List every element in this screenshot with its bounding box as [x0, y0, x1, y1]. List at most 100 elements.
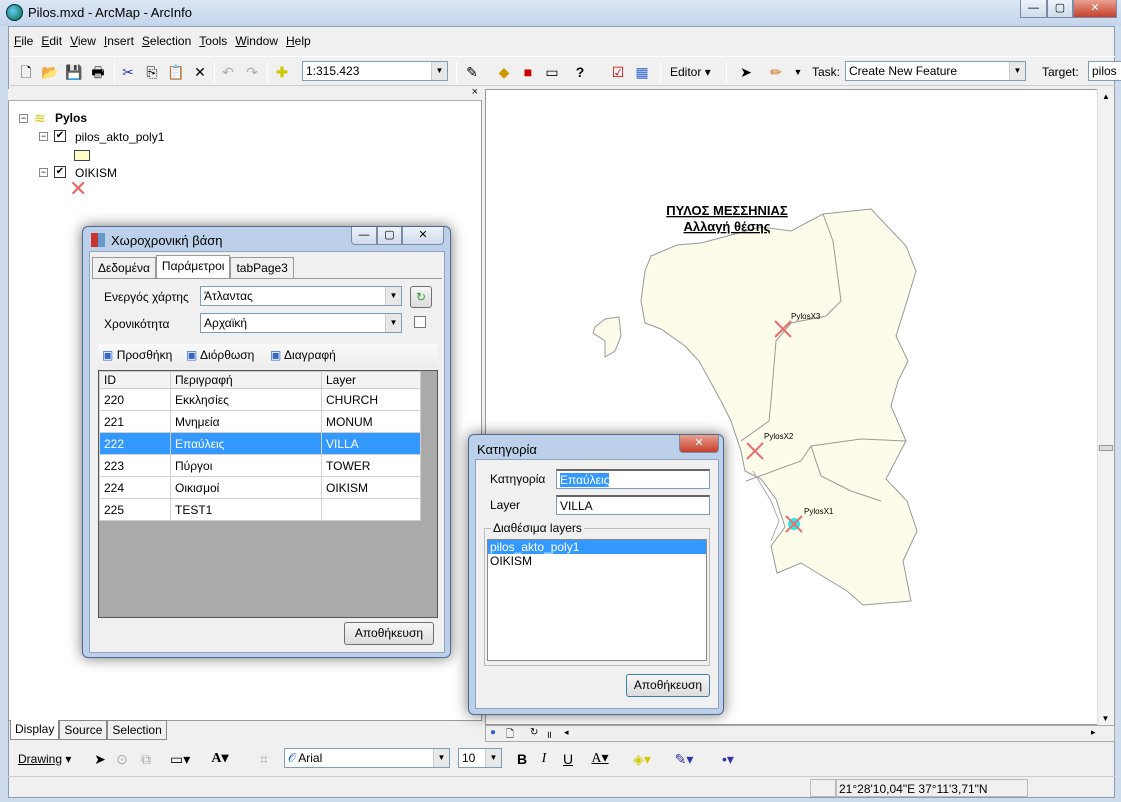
column-header-description[interactable]: Περιγραφή [170, 371, 322, 389]
menu-item[interactable]: File [10, 30, 37, 52]
collapse-icon[interactable]: − [39, 132, 48, 141]
close-button[interactable]: ✕ [1073, 0, 1117, 18]
map-vertical-scrollbar[interactable]: ▲ ▼ [1097, 89, 1114, 725]
font-color-icon[interactable]: A▾ [590, 749, 610, 769]
tab-page3[interactable]: tabPage3 [230, 257, 294, 278]
table-cell[interactable]: MONUM [321, 410, 421, 433]
tab-source[interactable]: Source [59, 720, 108, 740]
scroll-thumb[interactable] [1099, 445, 1113, 451]
column-header-id[interactable]: ID [99, 371, 171, 389]
menu-item[interactable]: Edit [37, 30, 66, 52]
arccatalog-icon[interactable]: ◆ [494, 62, 514, 82]
minimize-button[interactable]: — [1020, 0, 1047, 18]
fill-color-icon[interactable]: ◈▾ [632, 749, 652, 769]
table-row[interactable]: 221 Μνημεία MONUM [99, 410, 421, 433]
rotate-icon[interactable]: ⊙ [112, 749, 132, 769]
table-cell[interactable]: CHURCH [321, 388, 421, 411]
edit-vertices-icon[interactable]: ⌗ [254, 749, 274, 769]
delete-icon[interactable]: ✕ [190, 62, 210, 82]
toolbox-icon[interactable]: ■ [518, 62, 538, 82]
new-text-icon[interactable]: A▾ [210, 749, 230, 769]
font-size-combo[interactable]: 10 ▼ [458, 748, 502, 768]
dataframe-name[interactable]: Pylos [55, 111, 87, 125]
scroll-left-icon[interactable]: ◂ [564, 727, 569, 738]
table-cell[interactable]: VILLA [321, 432, 421, 455]
delete-button[interactable]: ▣ Διαγραφή [270, 348, 336, 362]
marker-color-icon[interactable]: •▾ [718, 749, 738, 769]
whats-this-icon[interactable]: ? [570, 62, 590, 82]
open-folder-icon[interactable]: 📂 [40, 62, 60, 82]
collapse-icon[interactable]: − [39, 168, 48, 177]
task-combo[interactable]: Create New Feature ▼ [845, 61, 1026, 81]
menu-item[interactable]: Insert [100, 30, 138, 52]
close-icon[interactable]: × [472, 86, 478, 98]
rectangle-icon[interactable]: ▭▾ [170, 749, 190, 769]
table-cell[interactable]: 224 [99, 476, 171, 499]
layer-input[interactable]: VILLA [556, 495, 710, 515]
print-icon[interactable]: 🖶 [88, 62, 108, 82]
select-elements-icon[interactable]: ➤ [90, 749, 110, 769]
maximize-button[interactable]: ▢ [377, 227, 402, 245]
drawing-menu[interactable]: Drawing ▾ [18, 752, 71, 766]
edit-tool-arrow-icon[interactable]: ➤ [736, 62, 756, 82]
layout-view-icon[interactable]: 🗋 [506, 727, 514, 744]
active-map-combo[interactable]: Άτλαντας ▼ [200, 286, 402, 306]
table-cell[interactable]: 221 [99, 410, 171, 433]
validate-icon[interactable]: ☑ [608, 62, 628, 82]
table-row[interactable]: 223 Πύργοι TOWER [99, 454, 421, 477]
add-data-icon[interactable]: ✚ [272, 62, 292, 82]
table-cell[interactable]: OIKISM [321, 476, 421, 499]
layer-checkbox[interactable]: ✔ [54, 130, 66, 142]
scale-combo[interactable]: 1:315.423 ▼ [302, 61, 448, 81]
refresh-icon[interactable]: ↻ [530, 727, 538, 738]
collapse-icon[interactable]: − [19, 114, 28, 123]
target-combo[interactable]: pilos [1088, 61, 1121, 81]
save-button[interactable]: Αποθήκευση [626, 674, 710, 697]
table-cell[interactable]: 223 [99, 454, 171, 477]
menu-item[interactable]: Selection [138, 30, 195, 52]
copy-icon[interactable]: ⎘ [142, 62, 162, 82]
add-button[interactable]: ▣ Προσθήκη [102, 348, 172, 362]
layer-name[interactable]: pilos_akto_poly1 [75, 130, 164, 144]
table-cell[interactable]: Επαύλεις [170, 432, 322, 455]
table-cell[interactable]: Οικισμοί [170, 476, 322, 499]
editor-menu[interactable]: Editor ▾ [670, 65, 711, 79]
table-cell[interactable]: 222 [99, 432, 171, 455]
table-cell[interactable] [321, 498, 421, 521]
chevron-down-icon[interactable]: ▼ [788, 62, 808, 82]
table-row[interactable]: 220 Εκκλησίες CHURCH [99, 388, 421, 411]
minimize-button[interactable]: — [351, 227, 377, 245]
font-combo[interactable]: 𝒪 Arial ▼ [284, 748, 450, 768]
italic-button[interactable]: I [534, 749, 554, 769]
layers-listbox[interactable]: pilos_akto_poly1 OIKISM [487, 539, 707, 661]
layer-checkbox[interactable]: ✔ [54, 166, 66, 178]
table-cell[interactable]: Μνημεία [170, 410, 322, 433]
underline-button[interactable]: U [558, 749, 578, 769]
new-document-icon[interactable]: 🗋 [16, 62, 36, 82]
command-line-icon[interactable]: ▭ [542, 62, 562, 82]
column-header-layer[interactable]: Layer [321, 371, 421, 389]
sketch-pencil-icon[interactable]: ✏ [766, 62, 786, 82]
period-checkbox[interactable] [414, 316, 426, 328]
tab-parameters[interactable]: Παράμετροι [155, 255, 231, 278]
tab-selection[interactable]: Selection [107, 720, 167, 740]
period-combo[interactable]: Αρχαϊκή ▼ [200, 313, 402, 333]
save-button[interactable]: Αποθήκευση [344, 622, 434, 645]
bold-button[interactable]: B [512, 749, 532, 769]
editor-sketch-icon[interactable]: ✎ [462, 62, 482, 82]
list-item[interactable]: pilos_akto_poly1 [488, 540, 706, 554]
undo-icon[interactable]: ↶ [218, 62, 238, 82]
close-button[interactable]: ✕ [679, 435, 719, 453]
table-cell[interactable]: TEST1 [170, 498, 322, 521]
menu-item[interactable]: Help [282, 30, 315, 52]
cut-icon[interactable]: ✂ [118, 62, 138, 82]
table-cell[interactable]: TOWER [321, 454, 421, 477]
table-cell[interactable]: Εκκλησίες [170, 388, 322, 411]
edit-button[interactable]: ▣ Διόρθωση [186, 348, 254, 362]
tab-data[interactable]: Δεδομένα [92, 257, 156, 278]
data-view-icon[interactable]: ● [490, 727, 496, 738]
pause-icon[interactable]: ॥ [546, 727, 552, 741]
table-cell[interactable]: Πύργοι [170, 454, 322, 477]
table-cell[interactable]: 225 [99, 498, 171, 521]
paste-icon[interactable]: 📋 [166, 62, 186, 82]
